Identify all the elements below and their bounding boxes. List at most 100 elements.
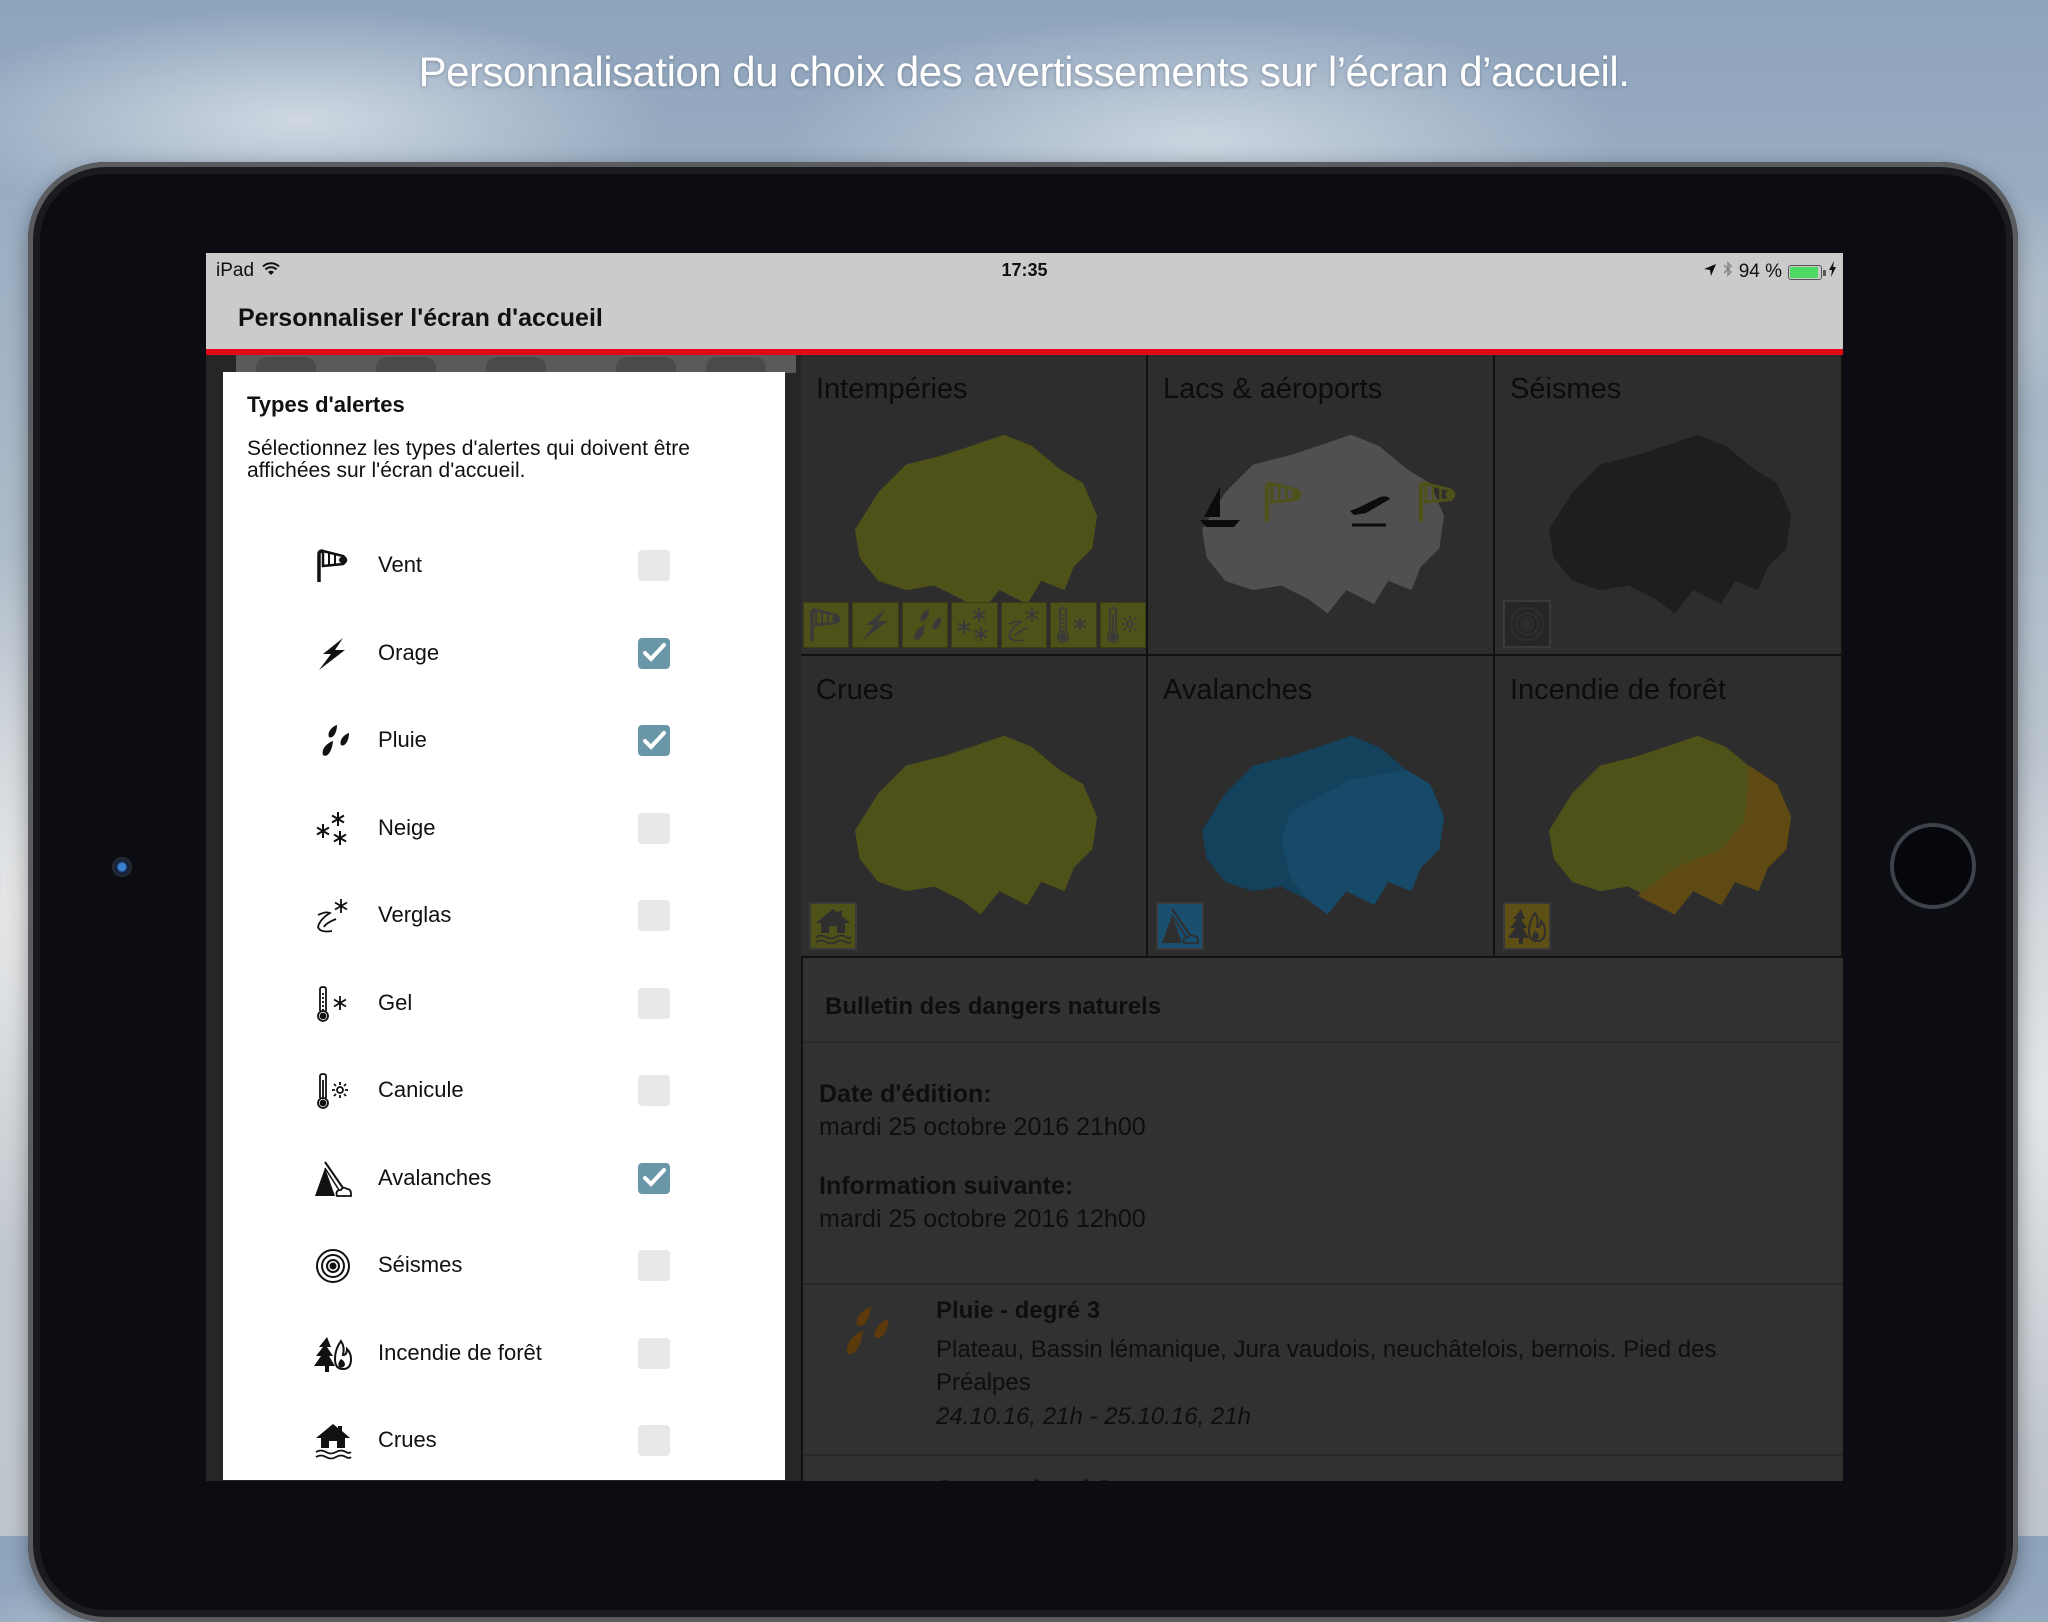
location-arrow-icon [1703, 261, 1717, 283]
alert-type-row[interactable]: Gel [223, 972, 785, 1060]
dimmed-weather-strip [236, 355, 796, 379]
raindrops-icon [833, 1303, 893, 1363]
next-entry-title-partial[interactable]: Crues - degré 2 [936, 1476, 1111, 1481]
next-info-label: Information suivante: [819, 1172, 1074, 1200]
alert-type-checkbox[interactable] [638, 725, 670, 756]
alert-type-row[interactable]: Canicule [223, 1059, 785, 1147]
camera-icon [112, 857, 132, 877]
alert-type-checkbox[interactable] [638, 987, 670, 1019]
alert-type-label: Gel [378, 989, 413, 1015]
airplane-icon [1350, 496, 1390, 527]
alert-type-label: Séismes [378, 1252, 463, 1277]
bluetooth-icon [1723, 260, 1733, 284]
seismic-rings-icon-badge [1503, 600, 1551, 648]
switzerland-map [1548, 434, 1792, 614]
ipad-screen: iPad 17:35 94 % Personnaliser l'écran d'… [206, 253, 1843, 1481]
switzerland-map [854, 434, 1098, 614]
switzerland-map [1548, 735, 1792, 915]
alert-type-row[interactable]: Crues [223, 1409, 785, 1481]
edition-date-value: mardi 25 octobre 2016 21h00 [819, 1113, 1146, 1141]
popover-title: Types d'alertes [247, 392, 405, 417]
lightning-icon [313, 634, 353, 674]
alert-type-row[interactable]: Verglas [223, 884, 785, 972]
avalanche-icon [313, 1159, 353, 1199]
black-ice-icon [313, 896, 353, 936]
flood-house-icon [313, 1421, 353, 1461]
windsock-icon [313, 546, 353, 586]
snowflakes-icon [951, 602, 998, 648]
home-button[interactable] [1890, 823, 1976, 909]
alert-type-row[interactable]: Neige [223, 797, 785, 885]
snowflakes-icon [313, 809, 353, 849]
tile-title: Crues [816, 674, 894, 706]
alert-type-checkbox[interactable] [638, 900, 670, 931]
alert-type-list: Vent Orage Pluie Neige Verglas Gel Canicule Ava… [223, 534, 785, 1481]
flood-house-icon-badge [809, 902, 857, 950]
checkmark-icon [643, 730, 666, 750]
nav-bar: Personnaliser l'écran d'accueil [206, 288, 1843, 355]
black-ice-icon [1000, 602, 1048, 648]
raindrops-icon [901, 602, 949, 648]
thermometer-heat-icon [1099, 602, 1146, 648]
battery-fill [1790, 266, 1819, 278]
alert-type-label: Verglas [378, 902, 452, 927]
thermometer-heat-icon [313, 1071, 353, 1111]
alert-type-label: Pluie [378, 727, 427, 752]
battery-icon [1788, 264, 1826, 280]
raindrops-icon [313, 721, 353, 761]
alert-type-checkbox[interactable] [638, 1425, 670, 1456]
map-tile[interactable]: Crues [801, 656, 1148, 958]
sailboat-airplane-windsock-icons [1198, 480, 1460, 529]
map-tile[interactable]: Incendie de forêt [1495, 656, 1843, 958]
sailboat-icon [1200, 487, 1240, 527]
alert-type-checkbox[interactable] [638, 550, 670, 581]
alert-type-checkbox[interactable] [638, 1162, 670, 1194]
alert-type-checkbox[interactable] [638, 1337, 670, 1369]
map-tile[interactable]: Avalanches [1148, 656, 1495, 958]
alert-type-label: Incendie de forêt [378, 1339, 542, 1365]
alert-type-row[interactable]: Vent [223, 534, 785, 622]
bulletin-panel: Bulletin des dangers naturels Date d'édi… [801, 958, 1843, 1481]
alert-type-row[interactable]: Incendie de forêt [223, 1322, 785, 1410]
thermometer-frost-icon [1050, 602, 1097, 648]
charging-bolt-icon [1828, 261, 1837, 283]
alert-types-popover: Types d'alertes Sélectionnez les types d… [223, 372, 785, 1480]
tile-title: Incendie de forêt [1510, 674, 1727, 706]
bulletin-header: Bulletin des dangers naturels [803, 958, 1843, 1043]
alert-type-label: Orage [378, 639, 440, 665]
bulletin-entry[interactable]: Pluie - degré 3 Plateau, Bassin lémaniqu… [803, 1285, 1843, 1453]
avalanche-icon-badge [1156, 902, 1204, 950]
alert-type-checkbox[interactable] [638, 637, 670, 669]
bulletin-title: Bulletin des dangers naturels [825, 993, 1162, 1020]
tile-title: Avalanches [1163, 674, 1313, 706]
map-tile[interactable]: Intempéries [801, 355, 1148, 656]
divider [803, 1454, 1843, 1456]
windsock-icon [1262, 480, 1306, 529]
forest-fire-icon-badge [1503, 902, 1551, 950]
windsock-icon [803, 602, 850, 648]
alert-type-label: Neige [378, 814, 436, 840]
alert-type-row[interactable]: Orage [223, 622, 785, 710]
alert-type-row[interactable]: Séismes [223, 1234, 785, 1322]
tile-title: Séismes [1510, 373, 1622, 405]
alert-type-checkbox[interactable] [638, 1250, 670, 1281]
alert-type-row[interactable]: Avalanches [223, 1147, 785, 1235]
alert-type-label: Avalanches [378, 1164, 492, 1190]
entry-title: Pluie - degré 3 [936, 1297, 1101, 1324]
alert-type-checkbox[interactable] [638, 1075, 670, 1106]
map-tile[interactable]: Lacs & aéroports [1148, 355, 1495, 656]
map-tile[interactable]: Séismes [1495, 355, 1843, 656]
status-bar: iPad 17:35 94 % [206, 253, 1843, 288]
entry-period: 24.10.16, 21h - 25.10.16, 21h [936, 1403, 1251, 1430]
next-info-value: mardi 25 octobre 2016 12h00 [819, 1205, 1146, 1233]
alert-type-checkbox[interactable] [638, 812, 670, 844]
weather-icon-strip [803, 602, 1146, 648]
checkmark-icon [643, 1168, 666, 1187]
alert-type-label: Crues [378, 1427, 437, 1452]
entry-description: Plateau, Bassin lémanique, Jura vaudois,… [936, 1336, 1717, 1396]
windsock-icon [1416, 480, 1460, 529]
lightning-icon [852, 602, 899, 648]
alert-type-label: Vent [378, 552, 423, 577]
alert-type-row[interactable]: Pluie [223, 709, 785, 797]
tile-title: Intempéries [816, 373, 968, 405]
